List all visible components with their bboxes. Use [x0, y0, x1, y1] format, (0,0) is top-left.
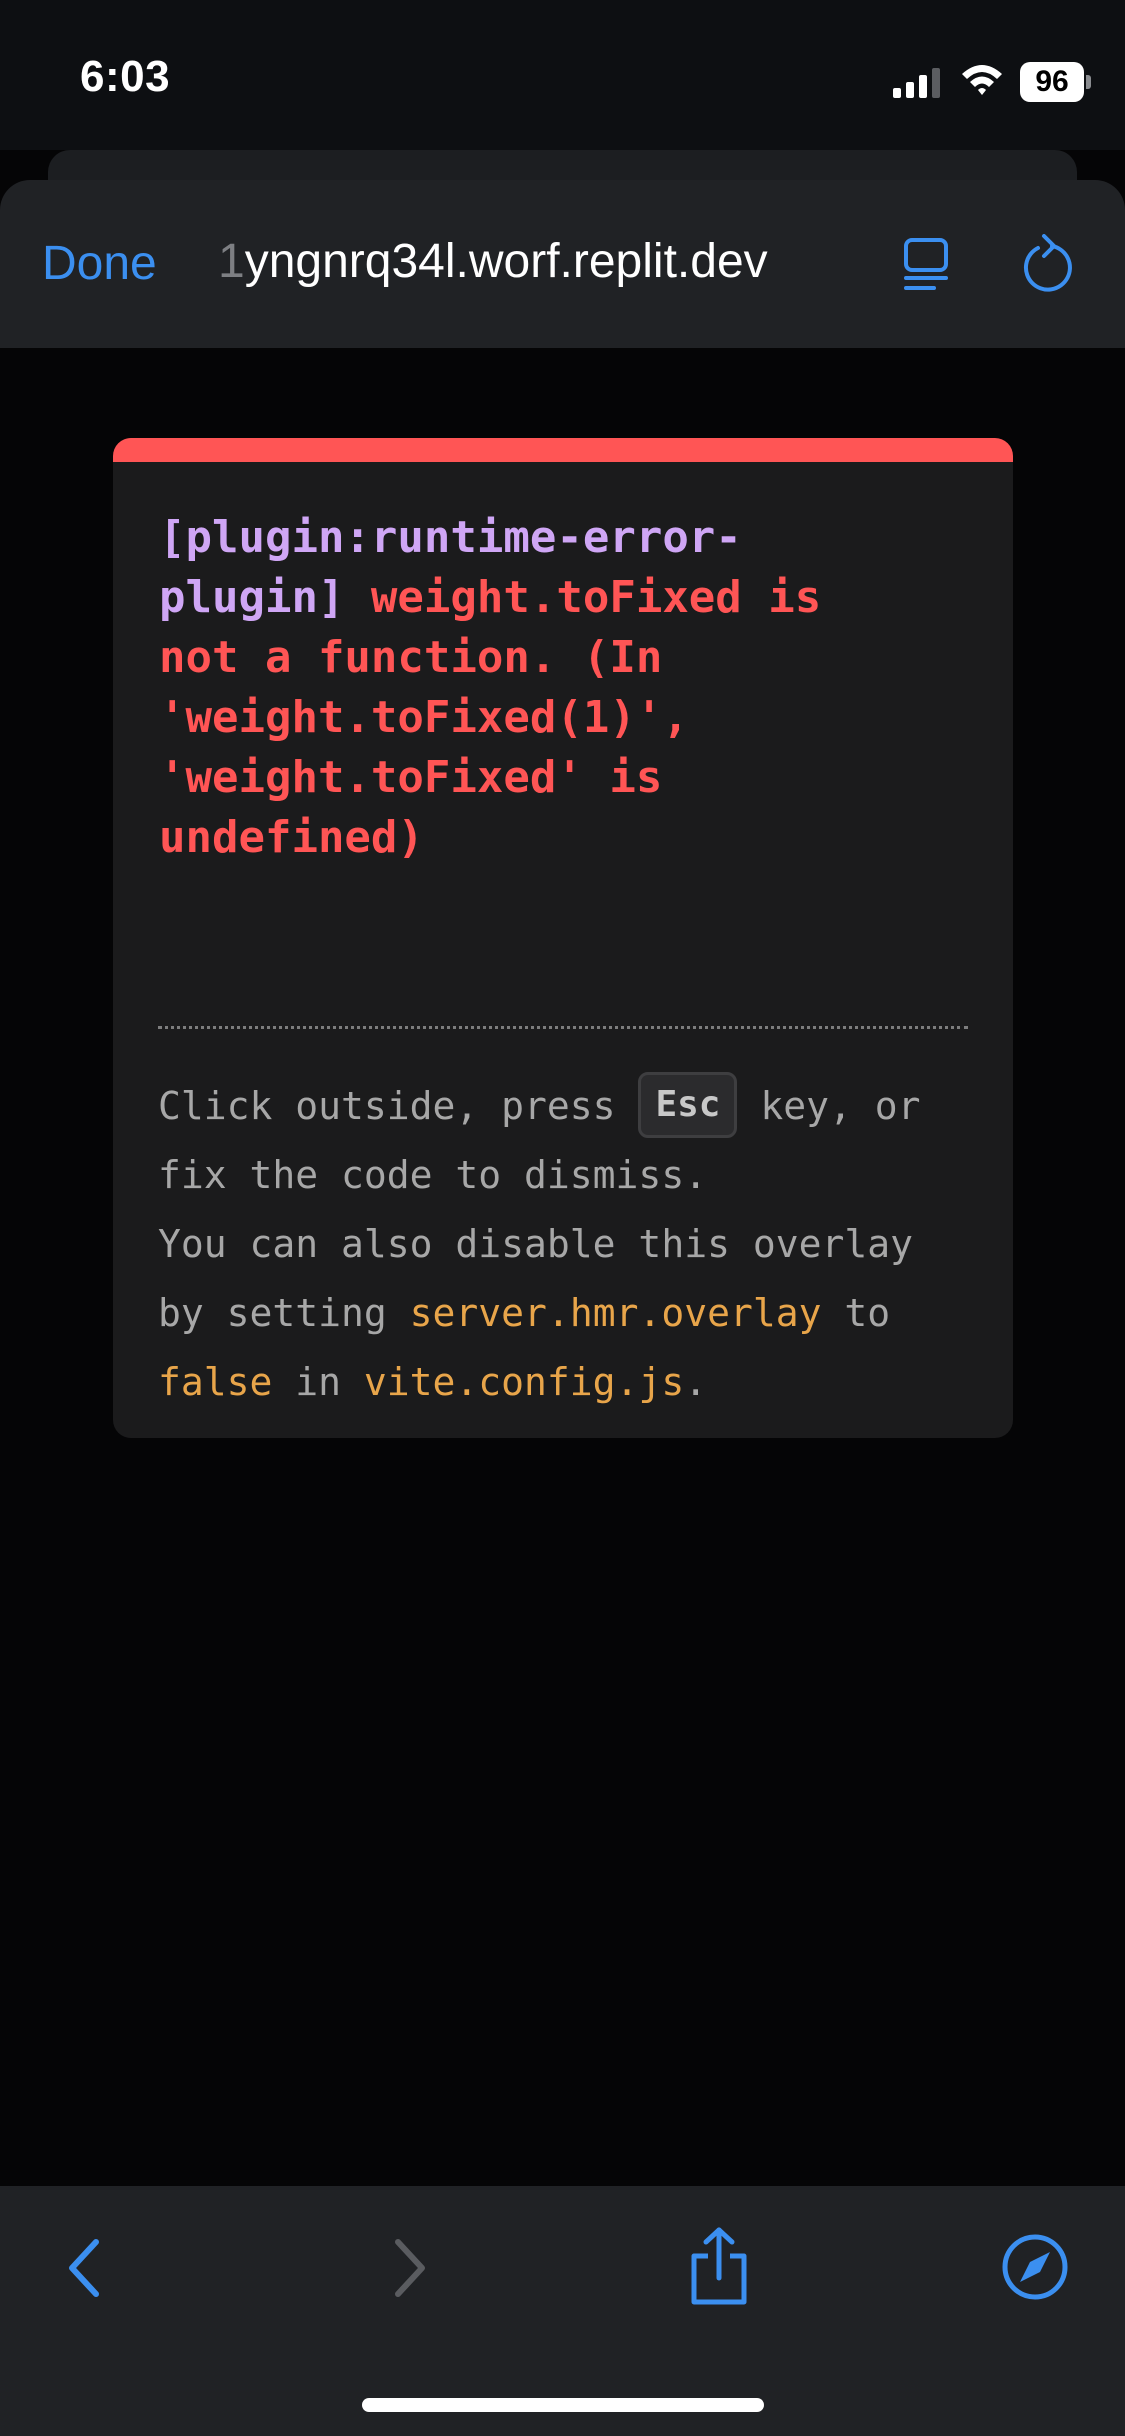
error-message: [plugin:runtime-error- plugin] weight.to…: [159, 508, 989, 868]
url-display[interactable]: 1yngnrq34l.worf.replit.dev: [218, 234, 853, 289]
battery-tip: [1086, 75, 1091, 89]
error-overlay-card: [plugin:runtime-error- plugin] weight.to…: [113, 438, 1013, 1438]
home-indicator: [362, 2398, 764, 2412]
divider: [158, 1026, 968, 1029]
done-button[interactable]: Done: [42, 236, 157, 291]
dismiss-tip: Click outside, press Esc key, or fix the…: [158, 1071, 988, 1417]
tip-text: Click outside, press: [158, 1084, 639, 1128]
config-file: vite.config.js: [363, 1360, 685, 1404]
url-faded-prefix: 1: [218, 235, 245, 288]
esc-key-badge: Esc: [638, 1071, 738, 1138]
back-chevron-icon[interactable]: [62, 2236, 112, 2300]
forward-chevron-icon[interactable]: [382, 2236, 432, 2300]
reader-mode-icon[interactable]: [900, 236, 956, 292]
url-text: yngnrq34l.worf.replit.dev: [244, 235, 768, 288]
reload-icon[interactable]: [1018, 234, 1074, 292]
false-value: false: [158, 1360, 273, 1404]
tip-text: to: [844, 1291, 891, 1335]
cellular-signal-icon: [893, 68, 940, 98]
share-icon[interactable]: [686, 2226, 752, 2306]
compass-icon[interactable]: [1000, 2232, 1070, 2302]
error-text: not a function. (In 'weight.toFixed(1)',…: [159, 632, 689, 863]
tip-text: .: [684, 1360, 708, 1404]
tip-text: in: [272, 1360, 364, 1404]
battery-level: 96: [1035, 65, 1069, 98]
error-text-first: weight.toFixed is: [344, 572, 822, 623]
status-bar: 6:03 96: [0, 0, 1125, 150]
config-key: server.hmr.overlay: [409, 1291, 822, 1335]
battery-indicator: 96: [1020, 62, 1091, 102]
status-time: 6:03: [80, 52, 171, 101]
wifi-icon: [962, 65, 1002, 95]
